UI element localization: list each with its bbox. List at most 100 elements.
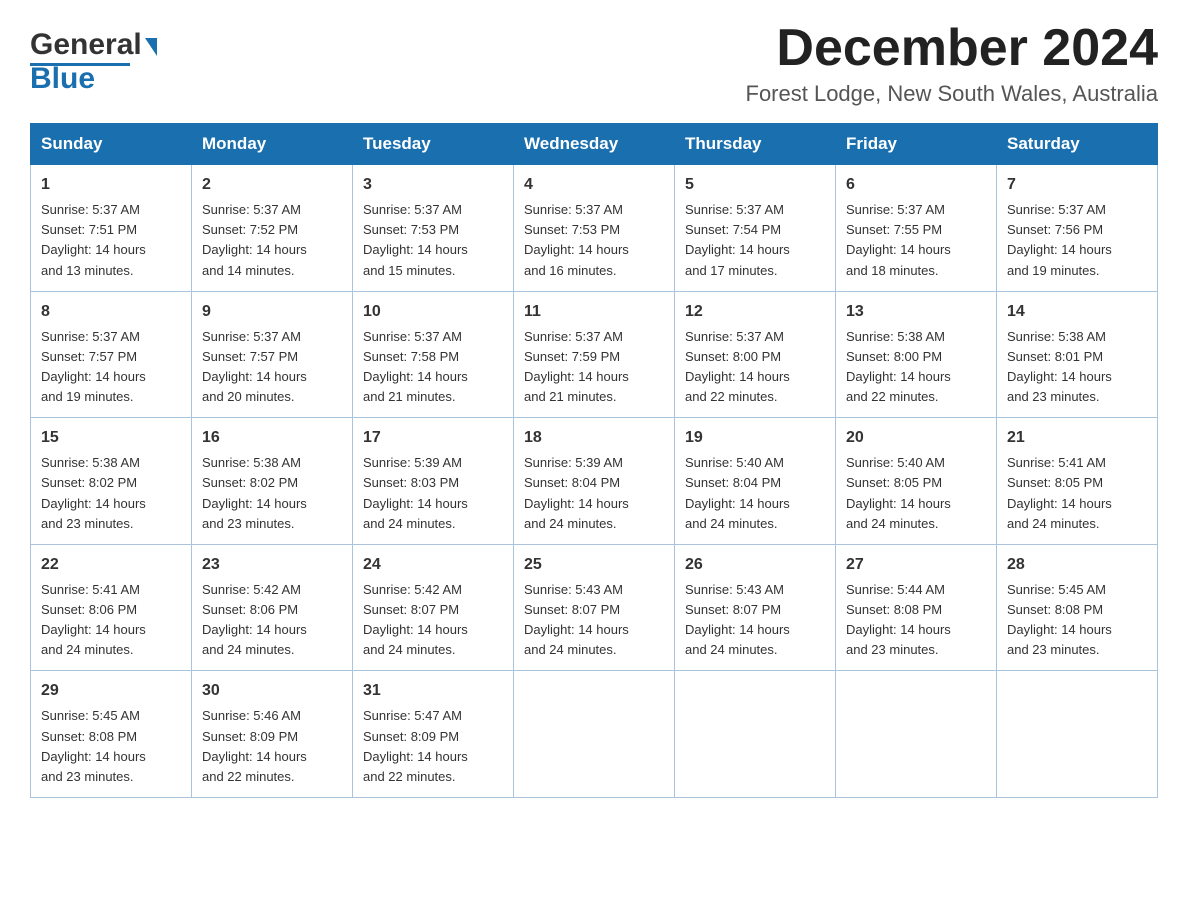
day-info: Sunrise: 5:44 AM Sunset: 8:08 PM Dayligh…	[846, 580, 986, 661]
day-info: Sunrise: 5:38 AM Sunset: 8:02 PM Dayligh…	[202, 453, 342, 534]
day-info: Sunrise: 5:38 AM Sunset: 8:01 PM Dayligh…	[1007, 327, 1147, 408]
calendar-week-row: 29 Sunrise: 5:45 AM Sunset: 8:08 PM Dayl…	[31, 671, 1158, 798]
calendar-cell	[997, 671, 1158, 798]
calendar-cell: 27 Sunrise: 5:44 AM Sunset: 8:08 PM Dayl…	[836, 544, 997, 671]
day-number: 25	[524, 553, 664, 577]
day-info: Sunrise: 5:39 AM Sunset: 8:04 PM Dayligh…	[524, 453, 664, 534]
weekday-header-row: SundayMondayTuesdayWednesdayThursdayFrid…	[31, 124, 1158, 165]
calendar-cell: 13 Sunrise: 5:38 AM Sunset: 8:00 PM Dayl…	[836, 291, 997, 418]
day-info: Sunrise: 5:43 AM Sunset: 8:07 PM Dayligh…	[685, 580, 825, 661]
calendar-cell: 2 Sunrise: 5:37 AM Sunset: 7:52 PM Dayli…	[192, 165, 353, 292]
calendar-cell	[836, 671, 997, 798]
day-number: 15	[41, 426, 181, 450]
day-number: 30	[202, 679, 342, 703]
day-info: Sunrise: 5:37 AM Sunset: 7:58 PM Dayligh…	[363, 327, 503, 408]
day-number: 10	[363, 300, 503, 324]
day-number: 6	[846, 173, 986, 197]
weekday-header-friday: Friday	[836, 124, 997, 165]
weekday-header-saturday: Saturday	[997, 124, 1158, 165]
day-info: Sunrise: 5:37 AM Sunset: 7:57 PM Dayligh…	[202, 327, 342, 408]
calendar-cell: 20 Sunrise: 5:40 AM Sunset: 8:05 PM Dayl…	[836, 418, 997, 545]
day-info: Sunrise: 5:37 AM Sunset: 7:53 PM Dayligh…	[363, 200, 503, 281]
day-number: 31	[363, 679, 503, 703]
day-info: Sunrise: 5:47 AM Sunset: 8:09 PM Dayligh…	[363, 706, 503, 787]
weekday-header-wednesday: Wednesday	[514, 124, 675, 165]
day-number: 21	[1007, 426, 1147, 450]
day-number: 26	[685, 553, 825, 577]
day-info: Sunrise: 5:38 AM Sunset: 8:00 PM Dayligh…	[846, 327, 986, 408]
logo: General Blue	[30, 20, 157, 96]
month-year-title: December 2024	[746, 20, 1159, 77]
location-subtitle: Forest Lodge, New South Wales, Australia	[746, 81, 1159, 107]
calendar-cell: 24 Sunrise: 5:42 AM Sunset: 8:07 PM Dayl…	[353, 544, 514, 671]
calendar-cell: 3 Sunrise: 5:37 AM Sunset: 7:53 PM Dayli…	[353, 165, 514, 292]
day-info: Sunrise: 5:37 AM Sunset: 7:54 PM Dayligh…	[685, 200, 825, 281]
day-info: Sunrise: 5:46 AM Sunset: 8:09 PM Dayligh…	[202, 706, 342, 787]
day-number: 12	[685, 300, 825, 324]
day-number: 27	[846, 553, 986, 577]
day-number: 2	[202, 173, 342, 197]
calendar-cell: 25 Sunrise: 5:43 AM Sunset: 8:07 PM Dayl…	[514, 544, 675, 671]
day-number: 24	[363, 553, 503, 577]
calendar-cell: 28 Sunrise: 5:45 AM Sunset: 8:08 PM Dayl…	[997, 544, 1158, 671]
calendar-week-row: 22 Sunrise: 5:41 AM Sunset: 8:06 PM Dayl…	[31, 544, 1158, 671]
day-number: 19	[685, 426, 825, 450]
day-info: Sunrise: 5:39 AM Sunset: 8:03 PM Dayligh…	[363, 453, 503, 534]
day-number: 14	[1007, 300, 1147, 324]
day-info: Sunrise: 5:42 AM Sunset: 8:06 PM Dayligh…	[202, 580, 342, 661]
logo-general: General	[30, 28, 142, 62]
logo-triangle-icon	[145, 38, 157, 56]
day-info: Sunrise: 5:37 AM Sunset: 7:53 PM Dayligh…	[524, 200, 664, 281]
day-info: Sunrise: 5:42 AM Sunset: 8:07 PM Dayligh…	[363, 580, 503, 661]
day-number: 7	[1007, 173, 1147, 197]
day-info: Sunrise: 5:45 AM Sunset: 8:08 PM Dayligh…	[41, 706, 181, 787]
calendar-cell: 23 Sunrise: 5:42 AM Sunset: 8:06 PM Dayl…	[192, 544, 353, 671]
calendar-cell: 30 Sunrise: 5:46 AM Sunset: 8:09 PM Dayl…	[192, 671, 353, 798]
calendar-cell: 1 Sunrise: 5:37 AM Sunset: 7:51 PM Dayli…	[31, 165, 192, 292]
calendar-cell	[675, 671, 836, 798]
logo-blue: Blue	[30, 62, 95, 96]
calendar-week-row: 15 Sunrise: 5:38 AM Sunset: 8:02 PM Dayl…	[31, 418, 1158, 545]
day-number: 11	[524, 300, 664, 324]
day-number: 13	[846, 300, 986, 324]
day-number: 8	[41, 300, 181, 324]
day-info: Sunrise: 5:38 AM Sunset: 8:02 PM Dayligh…	[41, 453, 181, 534]
weekday-header-monday: Monday	[192, 124, 353, 165]
calendar-cell: 5 Sunrise: 5:37 AM Sunset: 7:54 PM Dayli…	[675, 165, 836, 292]
day-number: 18	[524, 426, 664, 450]
day-number: 28	[1007, 553, 1147, 577]
day-number: 9	[202, 300, 342, 324]
calendar-cell: 21 Sunrise: 5:41 AM Sunset: 8:05 PM Dayl…	[997, 418, 1158, 545]
page-header: General Blue December 2024 Forest Lodge,…	[30, 20, 1158, 107]
day-info: Sunrise: 5:45 AM Sunset: 8:08 PM Dayligh…	[1007, 580, 1147, 661]
calendar-cell	[514, 671, 675, 798]
day-info: Sunrise: 5:43 AM Sunset: 8:07 PM Dayligh…	[524, 580, 664, 661]
calendar-cell: 7 Sunrise: 5:37 AM Sunset: 7:56 PM Dayli…	[997, 165, 1158, 292]
calendar-cell: 4 Sunrise: 5:37 AM Sunset: 7:53 PM Dayli…	[514, 165, 675, 292]
day-info: Sunrise: 5:37 AM Sunset: 8:00 PM Dayligh…	[685, 327, 825, 408]
calendar-table: SundayMondayTuesdayWednesdayThursdayFrid…	[30, 123, 1158, 798]
day-info: Sunrise: 5:37 AM Sunset: 7:52 PM Dayligh…	[202, 200, 342, 281]
calendar-cell: 26 Sunrise: 5:43 AM Sunset: 8:07 PM Dayl…	[675, 544, 836, 671]
calendar-cell: 10 Sunrise: 5:37 AM Sunset: 7:58 PM Dayl…	[353, 291, 514, 418]
calendar-cell: 18 Sunrise: 5:39 AM Sunset: 8:04 PM Dayl…	[514, 418, 675, 545]
calendar-cell: 31 Sunrise: 5:47 AM Sunset: 8:09 PM Dayl…	[353, 671, 514, 798]
day-info: Sunrise: 5:41 AM Sunset: 8:05 PM Dayligh…	[1007, 453, 1147, 534]
day-info: Sunrise: 5:37 AM Sunset: 7:55 PM Dayligh…	[846, 200, 986, 281]
calendar-week-row: 8 Sunrise: 5:37 AM Sunset: 7:57 PM Dayli…	[31, 291, 1158, 418]
day-info: Sunrise: 5:40 AM Sunset: 8:04 PM Dayligh…	[685, 453, 825, 534]
calendar-cell: 22 Sunrise: 5:41 AM Sunset: 8:06 PM Dayl…	[31, 544, 192, 671]
title-area: December 2024 Forest Lodge, New South Wa…	[746, 20, 1159, 107]
day-number: 20	[846, 426, 986, 450]
calendar-cell: 11 Sunrise: 5:37 AM Sunset: 7:59 PM Dayl…	[514, 291, 675, 418]
day-number: 16	[202, 426, 342, 450]
weekday-header-tuesday: Tuesday	[353, 124, 514, 165]
day-number: 5	[685, 173, 825, 197]
day-number: 23	[202, 553, 342, 577]
day-number: 1	[41, 173, 181, 197]
calendar-cell: 8 Sunrise: 5:37 AM Sunset: 7:57 PM Dayli…	[31, 291, 192, 418]
weekday-header-thursday: Thursday	[675, 124, 836, 165]
calendar-cell: 19 Sunrise: 5:40 AM Sunset: 8:04 PM Dayl…	[675, 418, 836, 545]
calendar-cell: 9 Sunrise: 5:37 AM Sunset: 7:57 PM Dayli…	[192, 291, 353, 418]
day-number: 29	[41, 679, 181, 703]
